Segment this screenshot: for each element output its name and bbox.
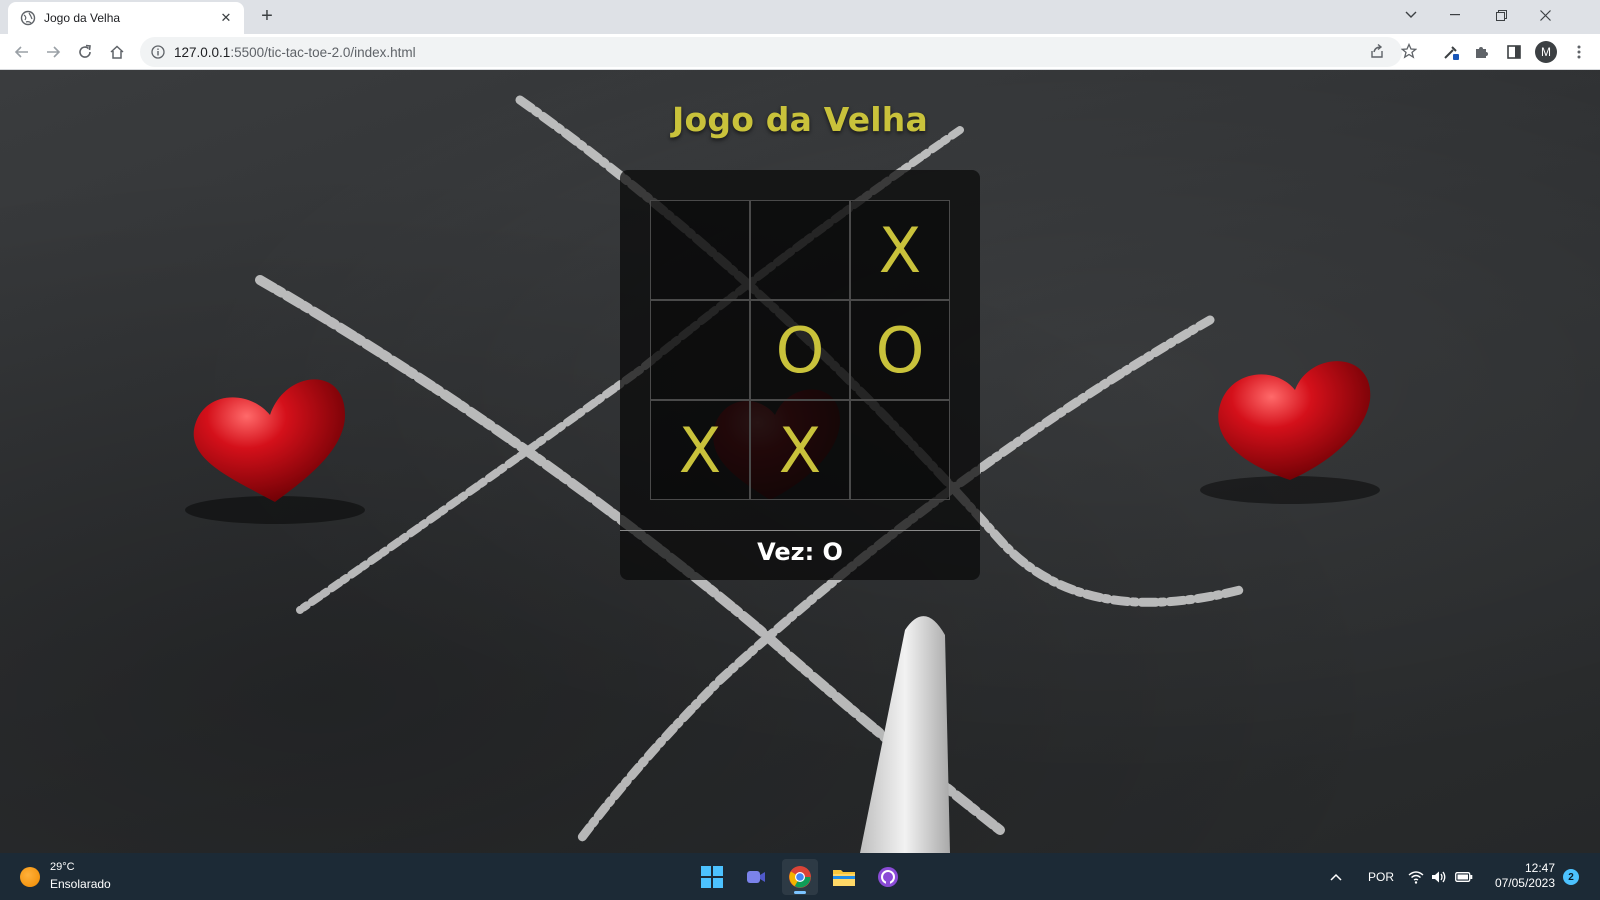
side-panel-icon[interactable] [1502, 40, 1526, 64]
board-cell-r3c1[interactable]: X [650, 400, 750, 500]
game-panel: X O O X X Vez: O [620, 170, 980, 580]
profile-avatar[interactable]: M [1535, 41, 1557, 63]
windows-taskbar: 29°C Ensolarado POR 12:47 07/05/2023 2 [0, 853, 1600, 900]
running-indicator [794, 891, 806, 894]
globe-icon [20, 10, 36, 26]
browser-toolbar: 127.0.0.1:5500/tic-tac-toe-2.0/index.htm… [0, 34, 1600, 70]
tab-strip: Jogo da Velha ✕ + [0, 0, 1600, 34]
input-language[interactable]: POR [1368, 870, 1394, 884]
battery-icon[interactable] [1455, 853, 1473, 900]
minimize-icon[interactable] [1432, 0, 1478, 30]
board-cell-r2c3[interactable]: O [850, 300, 950, 400]
weather-description[interactable]: Ensolarado [50, 877, 111, 891]
clock-time: 12:47 [1524, 861, 1555, 875]
volume-icon[interactable] [1431, 853, 1447, 900]
board-cell-r1c1[interactable] [650, 200, 750, 300]
page-viewport: Jogo da Velha X O O X X Vez: O [0, 70, 1600, 853]
forward-arrow-icon[interactable] [41, 40, 65, 64]
clock[interactable]: 12:47 07/05/2023 [1485, 861, 1555, 891]
site-info-icon[interactable] [150, 44, 166, 60]
tab-search-chevron-icon[interactable] [1388, 0, 1434, 30]
file-explorer-icon[interactable] [826, 859, 862, 895]
github-desktop-icon[interactable] [870, 859, 906, 895]
sun-weather-icon[interactable] [20, 867, 40, 887]
tic-tac-toe-board: X O O X X [650, 200, 950, 500]
board-cell-r2c1[interactable] [650, 300, 750, 400]
board-cell-r1c2[interactable] [750, 200, 850, 300]
page-title: Jogo da Velha [672, 100, 928, 139]
extensions-puzzle-icon[interactable] [1470, 40, 1494, 64]
weather-temperature[interactable]: 29°C [50, 861, 75, 873]
browser-tab[interactable]: Jogo da Velha ✕ [8, 2, 244, 34]
panel-divider [620, 530, 980, 531]
tab-title: Jogo da Velha [44, 11, 121, 25]
share-icon[interactable] [1367, 41, 1387, 61]
board-cell-r3c3[interactable] [850, 400, 950, 500]
url-text: 127.0.0.1:5500/tic-tac-toe-2.0/index.htm… [174, 44, 416, 60]
new-tab-button[interactable]: + [255, 5, 279, 29]
close-tab-icon[interactable]: ✕ [218, 10, 234, 26]
board-cell-r1c3[interactable]: X [850, 200, 950, 300]
close-window-icon[interactable] [1522, 0, 1568, 30]
restore-icon[interactable] [1478, 0, 1524, 30]
wifi-icon[interactable] [1408, 853, 1424, 900]
more-menu-icon[interactable] [1567, 40, 1591, 64]
reload-icon[interactable] [73, 40, 97, 64]
home-icon[interactable] [105, 40, 129, 64]
board-cell-r2c2[interactable]: O [750, 300, 850, 400]
show-hidden-icons-chevron-icon[interactable] [1330, 853, 1342, 900]
teams-icon[interactable] [738, 859, 774, 895]
windows-start-icon[interactable] [694, 859, 730, 895]
clock-date: 07/05/2023 [1494, 876, 1555, 890]
eyedropper-extension-icon[interactable] [1439, 40, 1463, 64]
turn-status: Vez: O [757, 538, 843, 566]
notification-badge[interactable]: 2 [1563, 869, 1579, 885]
chrome-icon[interactable] [782, 859, 818, 895]
bookmark-star-icon[interactable] [1399, 41, 1419, 61]
address-bar[interactable]: 127.0.0.1:5500/tic-tac-toe-2.0/index.htm… [140, 37, 1402, 67]
board-cell-r3c2[interactable]: X [750, 400, 850, 500]
back-arrow-icon[interactable] [10, 40, 34, 64]
